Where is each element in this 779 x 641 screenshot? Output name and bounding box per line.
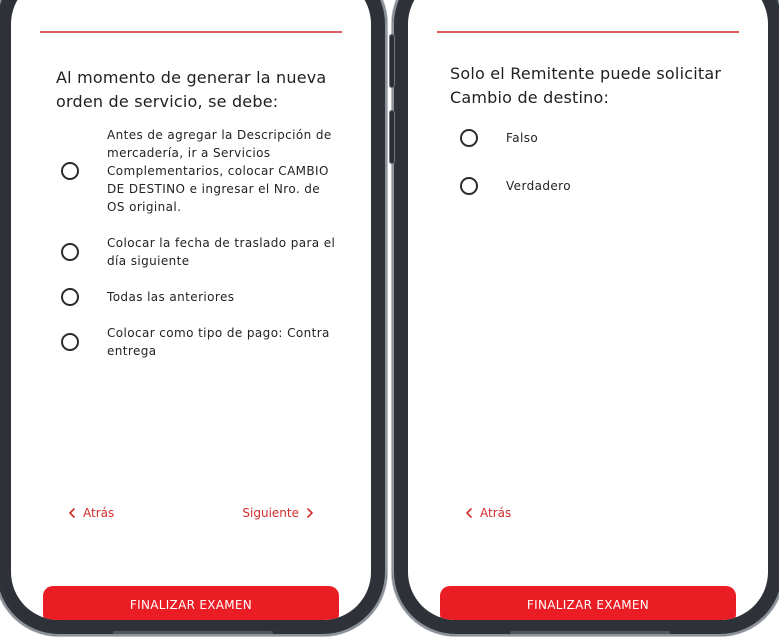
radio-unchecked-icon[interactable] <box>61 162 79 180</box>
back-button-label: Atrás <box>83 506 115 520</box>
answer-option-text: Colocar como tipo de pago: Contra entreg… <box>107 326 330 358</box>
home-indicator <box>510 631 670 634</box>
two-phone-quiz-screens: Al momento de generar la nueva orden de … <box>0 0 779 641</box>
radio-unchecked-icon[interactable] <box>460 129 478 147</box>
side-button-bottom-right-phone <box>389 110 395 164</box>
top-divider <box>437 31 739 33</box>
answer-option-1[interactable]: Antes de agregar la Descripción de merca… <box>55 126 365 216</box>
answer-option-false[interactable]: Falso <box>454 129 764 147</box>
back-button[interactable]: Atrás <box>464 506 511 520</box>
radio-unchecked-icon[interactable] <box>61 288 79 306</box>
finish-exam-button[interactable]: FINALIZAR EXAMEN <box>43 586 339 620</box>
answer-option-2[interactable]: Colocar la fecha de traslado para el día… <box>55 234 365 270</box>
answer-option-text: Verdadero <box>506 179 571 193</box>
back-button[interactable]: Atrás <box>67 506 114 520</box>
answer-option-true[interactable]: Verdadero <box>454 177 764 195</box>
next-button-label: Siguiente <box>242 506 299 520</box>
side-button-top-right-phone <box>389 34 395 88</box>
chevron-left-icon <box>466 508 472 518</box>
top-divider <box>40 31 342 33</box>
screen-right: Solo el Remitente puede solicitar Cambio… <box>408 0 768 620</box>
answer-option-text: Todas las anteriores <box>107 290 235 304</box>
question-text: Al momento de generar la nueva orden de … <box>56 68 327 111</box>
quiz-navigation: Atrás <box>464 506 712 520</box>
back-button-label: Atrás <box>480 506 512 520</box>
phone-right: Solo el Remitente puede solicitar Cambio… <box>389 0 779 636</box>
answer-option-text: Falso <box>506 131 539 145</box>
radio-unchecked-icon[interactable] <box>61 243 79 261</box>
question-text: Solo el Remitente puede solicitar Cambio… <box>450 64 722 107</box>
answer-option-text: Antes de agregar la Descripción de merca… <box>107 128 332 214</box>
finish-exam-button[interactable]: FINALIZAR EXAMEN <box>440 586 736 620</box>
next-button[interactable]: Siguiente <box>242 506 315 520</box>
answer-options: Antes de agregar la Descripción de merca… <box>55 126 365 378</box>
radio-unchecked-icon[interactable] <box>460 177 478 195</box>
home-indicator <box>113 631 273 634</box>
answer-options: Falso Verdadero <box>454 129 764 225</box>
answer-option-text: Colocar la fecha de traslado para el día… <box>107 236 336 268</box>
answer-option-3[interactable]: Todas las anteriores <box>55 288 365 306</box>
chevron-right-icon <box>307 508 313 518</box>
answer-option-4[interactable]: Colocar como tipo de pago: Contra entreg… <box>55 324 365 360</box>
quiz-navigation: Atrás Siguiente <box>67 506 315 520</box>
chevron-left-icon <box>69 508 75 518</box>
screen-left: Al momento de generar la nueva orden de … <box>11 0 371 620</box>
radio-unchecked-icon[interactable] <box>61 333 79 351</box>
phone-left: Al momento de generar la nueva orden de … <box>0 0 387 636</box>
